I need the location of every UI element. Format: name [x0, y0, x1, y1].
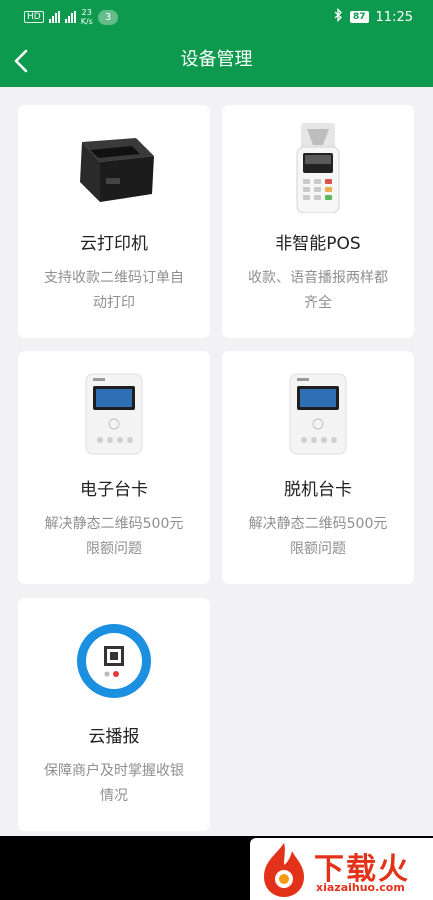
device-card-electronic-table-card[interactable]: 电子台卡 解决静态二维码500元限额问题: [18, 351, 210, 584]
app-header: 设备管理: [0, 33, 433, 87]
bluetooth-icon: [334, 7, 343, 26]
card-description: 解决静态二维码500元限额问题: [248, 516, 388, 557]
card-title: 电子台卡: [80, 480, 148, 500]
card-title: 云打印机: [80, 234, 148, 254]
card-title: 非智能POS: [275, 234, 361, 254]
network-speed: 23 K/s: [81, 8, 93, 26]
battery-icon: 87: [350, 11, 369, 23]
card-description: 保障商户及时掌握收银情况: [44, 763, 184, 804]
pos-terminal-icon: [222, 121, 414, 215]
card-description: 收款、语音播报两样都齐全: [248, 270, 388, 311]
card-title: 云播报: [88, 727, 140, 747]
status-bar-right: 87 11:25: [334, 7, 413, 26]
device-card-offline-table-card[interactable]: 脱机台卡 解决静态二维码500元限额问题: [222, 351, 414, 584]
status-bar-left: HD 23 K/s 3: [24, 8, 119, 26]
table-card-device-icon: [222, 367, 414, 461]
table-card-device-icon: [18, 367, 210, 461]
signal-icon-2: [64, 11, 76, 23]
signal-icon: [48, 11, 60, 23]
flame-logo-icon: [264, 843, 304, 897]
device-card-cloud-printer[interactable]: 云打印机 支持收款二维码订单自动打印: [18, 105, 210, 338]
card-description: 支持收款二维码订单自动打印: [44, 270, 184, 311]
notification-badge: 3: [97, 9, 119, 25]
hd-indicator: HD: [24, 11, 44, 23]
device-card-cloud-broadcast[interactable]: 云播报 保障商户及时掌握收银情况: [18, 598, 210, 831]
cloud-speaker-icon: [18, 614, 210, 708]
watermark-domain: xiazaihuo.com: [316, 881, 405, 894]
network-speed-unit: K/s: [80, 17, 93, 26]
page-title: 设备管理: [180, 49, 253, 70]
status-bar: HD 23 K/s 3 87 11:25: [0, 0, 433, 33]
card-title: 脱机台卡: [284, 480, 352, 500]
card-description: 解决静态二维码500元限额问题: [44, 516, 184, 557]
clock: 11:25: [375, 9, 413, 25]
network-speed-value: 23: [81, 8, 92, 17]
watermark-logo: 下载火 xiazaihuo.com: [250, 838, 433, 900]
device-card-non-smart-pos[interactable]: 非智能POS 收款、语音播报两样都齐全: [222, 105, 414, 338]
cloud-printer-icon: [18, 121, 210, 215]
